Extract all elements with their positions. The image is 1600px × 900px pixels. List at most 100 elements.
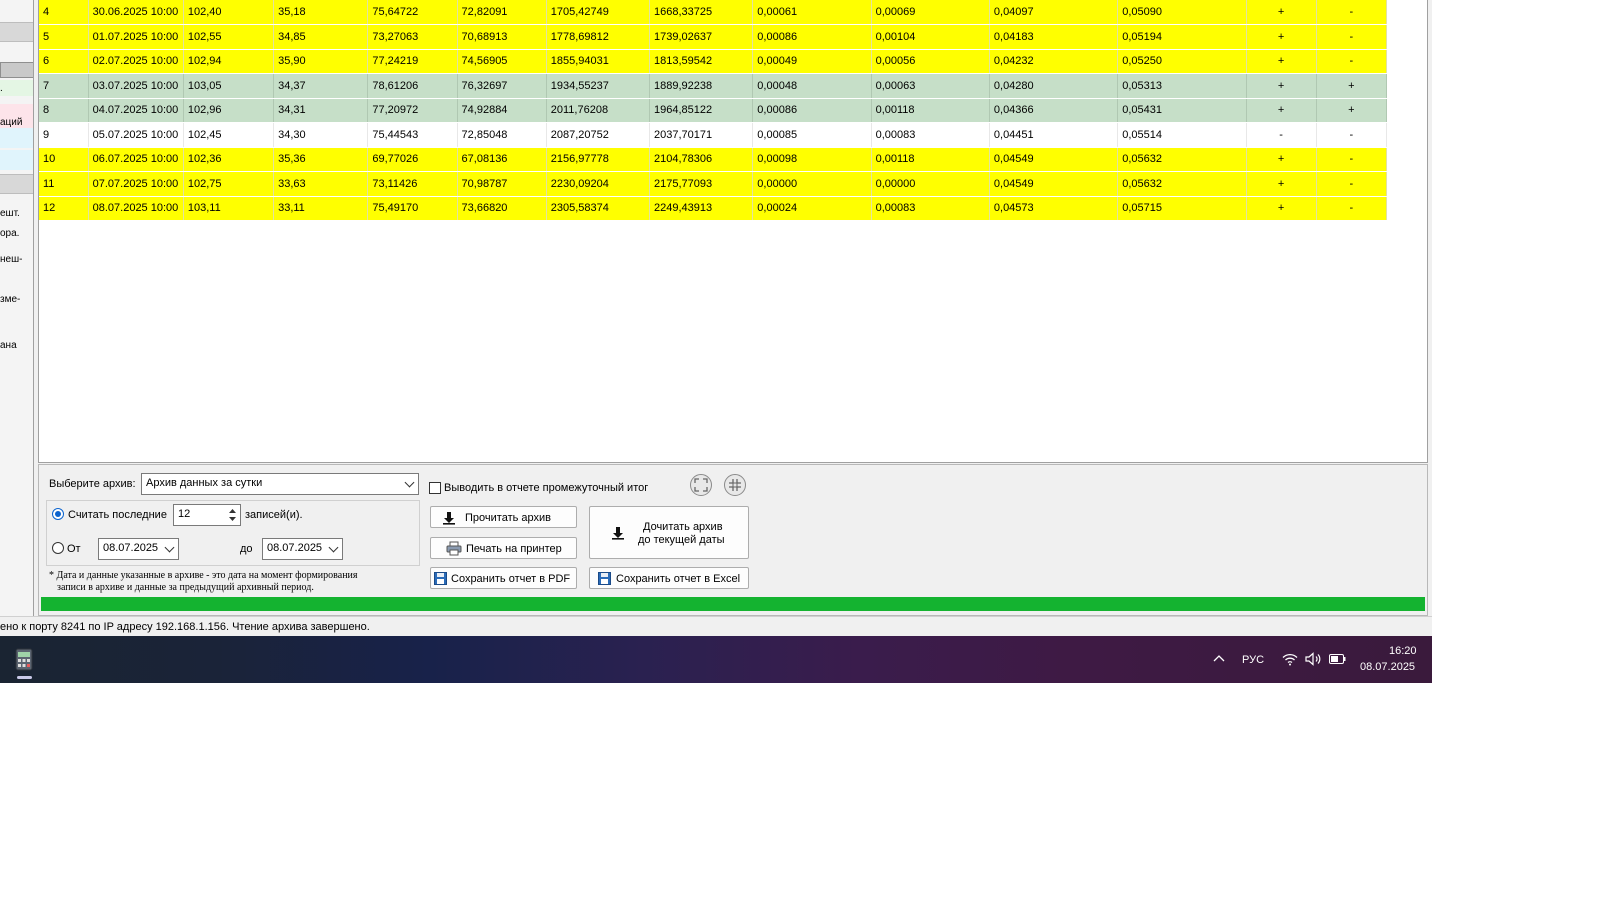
read-to-current-date-button[interactable]: Дочитать архив до текущей даты xyxy=(589,506,749,559)
table-cell: 1889,92238 xyxy=(649,73,754,99)
table-cell: 35,90 xyxy=(273,49,369,74)
table-cell: 34,31 xyxy=(273,98,369,123)
from-date-value: 08.07.2025 xyxy=(103,542,159,554)
table-cell: 0,00000 xyxy=(752,171,872,197)
read-last-radio[interactable] xyxy=(52,508,64,520)
to-date-picker[interactable]: 08.07.2025 xyxy=(262,538,343,560)
table-cell: 34,30 xyxy=(273,122,369,148)
table-cell: 34,85 xyxy=(273,24,369,50)
sidebar-fragment: ора. xyxy=(0,228,20,239)
table-cell: 72,85048 xyxy=(457,122,547,148)
table-cell: 69,77026 xyxy=(367,147,458,172)
table-cell: 0,00061 xyxy=(752,0,872,25)
table-row[interactable]: 6 02.07.2025 10:00 102,94 35,90 77,24219 74,5… xyxy=(39,49,1388,74)
table-cell: 77,24219 xyxy=(367,49,458,74)
table-row[interactable]: 9 05.07.2025 10:00 102,45 34,30 75,44543 72,8… xyxy=(39,122,1388,148)
table-cell: 0,04366 xyxy=(989,98,1119,123)
table-cell: - xyxy=(1246,122,1317,148)
table-cell: 102,96 xyxy=(183,98,275,123)
table-row[interactable]: 11 07.07.2025 10:00 102,75 33,63 73,11426 70,… xyxy=(39,171,1388,197)
status-text: ено к порту 8241 по IP адресу 192.168.1.… xyxy=(0,621,370,633)
intermediate-total-label: Выводить в отчете промежуточный итог xyxy=(444,482,649,494)
expand-icon[interactable] xyxy=(690,474,712,496)
table-cell: - xyxy=(1316,0,1388,25)
table-cell: 2087,20752 xyxy=(546,122,651,148)
read-archive-button[interactable]: Прочитать архив xyxy=(430,506,577,528)
table-row[interactable]: 5 01.07.2025 10:00 102,55 34,85 73,27063 70,6… xyxy=(39,24,1388,50)
print-label: Печать на принтер xyxy=(466,543,562,555)
table-cell: 70,98787 xyxy=(457,171,547,197)
table-cell: 2104,78306 xyxy=(649,147,754,172)
battery-icon[interactable] xyxy=(1329,654,1346,664)
table-cell: 70,68913 xyxy=(457,24,547,50)
active-app-indicator xyxy=(17,676,32,679)
table-cell: 0,00085 xyxy=(752,122,872,148)
table-cell: + xyxy=(1246,24,1317,50)
wifi-icon[interactable] xyxy=(1282,653,1298,666)
save-pdf-button[interactable]: Сохранить отчет в PDF xyxy=(430,567,577,589)
sidebar-item-blue[interactable] xyxy=(0,128,33,148)
table-cell: 0,00083 xyxy=(871,122,990,148)
sidebar-item-blue[interactable] xyxy=(0,150,33,170)
table-cell: 103,05 xyxy=(183,73,275,99)
date-range-radio[interactable] xyxy=(52,542,64,554)
table-cell: 102,45 xyxy=(183,122,275,148)
table-row[interactable]: 7 03.07.2025 10:00 103,05 34,37 78,61206 76,3… xyxy=(39,73,1388,99)
table-cell: 30.06.2025 10:00 xyxy=(88,0,184,25)
table-cell: 75,49170 xyxy=(367,196,458,221)
table-row[interactable]: 10 06.07.2025 10:00 102,36 35,36 69,77026 67,… xyxy=(39,147,1388,172)
table-cell: 12 xyxy=(39,196,89,221)
table-cell: 5 xyxy=(39,24,89,50)
stepper-arrows-icon[interactable] xyxy=(228,508,237,522)
sidebar-fragment: ана xyxy=(0,340,17,351)
table-cell: - xyxy=(1316,171,1388,197)
table-cell: + xyxy=(1246,0,1317,25)
table-cell: 1705,42749 xyxy=(546,0,651,25)
table-cell: + xyxy=(1246,98,1317,123)
taskbar-time[interactable]: 16:20 xyxy=(1389,645,1417,657)
to-label: до xyxy=(240,543,253,555)
volume-icon[interactable] xyxy=(1305,652,1322,666)
table-cell: 1739,02637 xyxy=(649,24,754,50)
table-cell: 73,66820 xyxy=(457,196,547,221)
collapse-icon[interactable] xyxy=(724,474,746,496)
table-cell: 0,00118 xyxy=(871,147,990,172)
save-excel-button[interactable]: Сохранить отчет в Excel xyxy=(589,567,749,589)
archive-select[interactable]: Архив данных за сутки xyxy=(141,473,419,495)
taskbar-date[interactable]: 08.07.2025 xyxy=(1360,661,1415,673)
read-last-count-stepper[interactable]: 12 xyxy=(173,504,241,526)
table-cell: 7 xyxy=(39,73,89,99)
table-cell: 2230,09204 xyxy=(546,171,651,197)
table-cell: - xyxy=(1316,147,1388,172)
table-cell: + xyxy=(1246,171,1317,197)
chevron-up-icon[interactable] xyxy=(1213,654,1225,662)
archive-note-line2: записи в архиве и данные за предыдущий а… xyxy=(57,582,314,593)
table-cell: 2156,97778 xyxy=(546,147,651,172)
table-cell: 0,05194 xyxy=(1117,24,1247,50)
table-cell: 0,00083 xyxy=(871,196,990,221)
language-indicator[interactable]: РУС xyxy=(1242,654,1264,666)
table-cell: 2249,43913 xyxy=(649,196,754,221)
print-button[interactable]: Печать на принтер xyxy=(430,537,577,559)
intermediate-total-checkbox[interactable] xyxy=(429,482,441,494)
table-row[interactable]: 8 04.07.2025 10:00 102,96 34,31 77,20972 74,9… xyxy=(39,98,1388,123)
table-cell: 0,04280 xyxy=(989,73,1119,99)
table-cell: 0,00048 xyxy=(752,73,872,99)
table-cell: 1778,69812 xyxy=(546,24,651,50)
sidebar-item-green[interactable] xyxy=(0,80,33,96)
from-date-picker[interactable]: 08.07.2025 xyxy=(98,538,179,560)
archive-data-grid[interactable]: 4 30.06.2025 10:00 102,40 35,18 75,64722 72,8… xyxy=(38,0,1428,463)
save-excel-label: Сохранить отчет в Excel xyxy=(616,573,741,585)
chevron-down-icon xyxy=(164,542,175,553)
table-row[interactable]: 12 08.07.2025 10:00 103,11 33,11 75,49170 73,… xyxy=(39,196,1388,221)
sidebar-header-strip xyxy=(0,174,33,194)
sidebar-selected-item[interactable] xyxy=(0,62,33,78)
table-cell: 35,36 xyxy=(273,147,369,172)
table-cell: 1855,94031 xyxy=(546,49,651,74)
table-cell: 1964,85122 xyxy=(649,98,754,123)
table-cell: 0,04549 xyxy=(989,171,1119,197)
table-row[interactable]: 4 30.06.2025 10:00 102,40 35,18 75,64722 72,8… xyxy=(39,0,1388,25)
sidebar-header-strip xyxy=(0,22,33,42)
table-cell: 75,44543 xyxy=(367,122,458,148)
calculator-app-icon[interactable] xyxy=(10,646,38,674)
